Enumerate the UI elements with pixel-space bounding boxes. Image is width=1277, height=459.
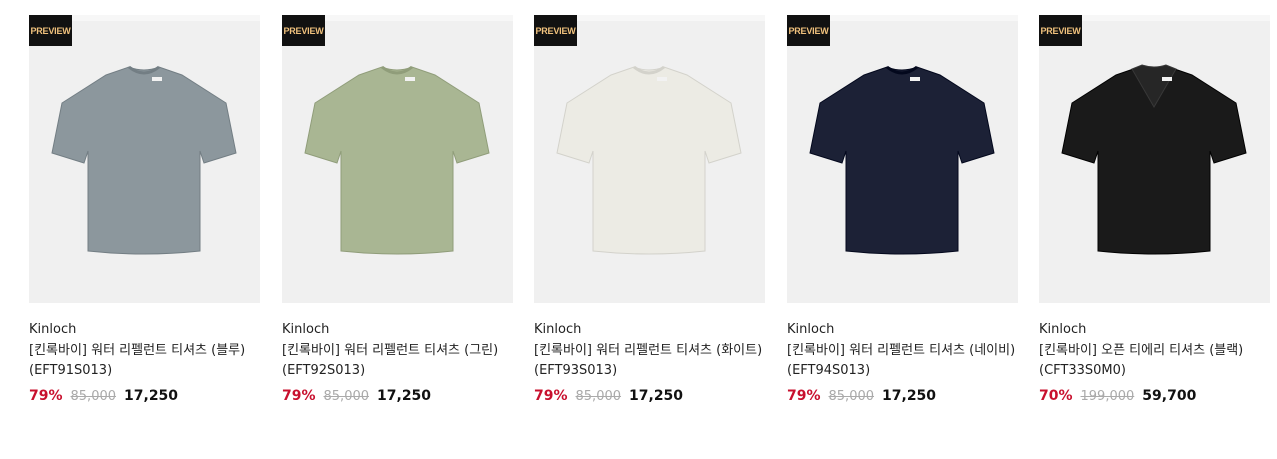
polo-shirt-image: [1061, 64, 1247, 255]
preview-badge: PREVIEW: [282, 15, 325, 46]
product-info: Kinloch [킨록바이] 워터 리펠런트 티셔츠 (네이비) (EFT94S…: [787, 321, 1018, 406]
product-card[interactable]: PREVIEW Kinloch [킨록바이] 워터 리펠런트 티셔츠 (화이트)…: [534, 15, 765, 406]
tshirt-image: [556, 65, 742, 255]
shirt-body: [51, 66, 237, 255]
product-code[interactable]: (EFT94S013): [787, 361, 1018, 381]
product-code[interactable]: (EFT93S013): [534, 361, 765, 381]
shirt-tag: [1162, 77, 1172, 81]
discount-rate: 70%: [1039, 388, 1073, 404]
preview-badge: PREVIEW: [534, 15, 577, 46]
discount-rate: 79%: [534, 388, 568, 404]
product-name[interactable]: [킨록바이] 워터 리펠런트 티셔츠 (블루): [29, 341, 260, 361]
discount-rate: 79%: [787, 388, 821, 404]
product-code[interactable]: (EFT91S013): [29, 361, 260, 381]
product-image[interactable]: PREVIEW: [787, 15, 1018, 303]
shirt-body: [304, 66, 490, 255]
product-name[interactable]: [킨록바이] 워터 리펠런트 티셔츠 (네이비): [787, 341, 1018, 361]
preview-badge: PREVIEW: [787, 15, 830, 46]
product-card[interactable]: PREVIEW Kinloch [킨록바이] 워터 리펠런트 티셔츠 (블루) …: [29, 15, 260, 406]
product-image[interactable]: PREVIEW: [534, 15, 765, 303]
product-image[interactable]: PREVIEW: [29, 15, 260, 303]
product-info: Kinloch [킨록바이] 워터 리펠런트 티셔츠 (그린) (EFT92S0…: [282, 321, 513, 406]
product-code[interactable]: (CFT33S0M0): [1039, 361, 1270, 381]
product-info: Kinloch [킨록바이] 워터 리펠런트 티셔츠 (화이트) (EFT93S…: [534, 321, 765, 406]
original-price: 85,000: [828, 389, 875, 404]
product-card[interactable]: PREVIEW Kinloch [킨록바이] 워터 리펠런트 티셔츠 (네이비)…: [787, 15, 1018, 406]
product-brand[interactable]: Kinloch: [29, 321, 260, 339]
price-row: 70% 199,000 59,700: [1039, 387, 1270, 406]
sale-price: 59,700: [1142, 388, 1197, 404]
product-image[interactable]: PREVIEW: [1039, 15, 1270, 303]
product-brand[interactable]: Kinloch: [787, 321, 1018, 339]
shirt-tag: [152, 77, 162, 81]
product-name[interactable]: [킨록바이] 워터 리펠런트 티셔츠 (화이트): [534, 341, 765, 361]
product-card[interactable]: PREVIEW Kinloch [킨록바이] 워터 리펠런트 티셔츠 (그린) …: [282, 15, 513, 406]
discount-rate: 79%: [282, 388, 316, 404]
sale-price: 17,250: [124, 388, 179, 404]
product-info: Kinloch [킨록바이] 오픈 티에리 티셔츠 (블랙) (CFT33S0M…: [1039, 321, 1270, 406]
tshirt-image: [304, 65, 490, 255]
price-row: 79% 85,000 17,250: [534, 387, 765, 406]
tshirt-image: [51, 65, 237, 255]
shirt-tag: [405, 77, 415, 81]
product-brand[interactable]: Kinloch: [282, 321, 513, 339]
preview-badge: PREVIEW: [1039, 15, 1082, 46]
price-row: 79% 85,000 17,250: [787, 387, 1018, 406]
product-image[interactable]: PREVIEW: [282, 15, 513, 303]
product-brand[interactable]: Kinloch: [534, 321, 765, 339]
shirt-tag: [657, 77, 667, 81]
original-price: 199,000: [1080, 389, 1135, 404]
product-code[interactable]: (EFT92S013): [282, 361, 513, 381]
product-info: Kinloch [킨록바이] 워터 리펠런트 티셔츠 (블루) (EFT91S0…: [29, 321, 260, 406]
shirt-body: [556, 66, 742, 255]
product-name[interactable]: [킨록바이] 워터 리펠런트 티셔츠 (그린): [282, 341, 513, 361]
tshirt-image: [809, 65, 995, 255]
price-row: 79% 85,000 17,250: [282, 387, 513, 406]
discount-rate: 79%: [29, 388, 63, 404]
product-brand[interactable]: Kinloch: [1039, 321, 1270, 339]
price-row: 79% 85,000 17,250: [29, 387, 260, 406]
preview-badge: PREVIEW: [29, 15, 72, 46]
original-price: 85,000: [70, 389, 117, 404]
product-grid: PREVIEW Kinloch [킨록바이] 워터 리펠런트 티셔츠 (블루) …: [0, 0, 1277, 459]
original-price: 85,000: [323, 389, 370, 404]
product-name[interactable]: [킨록바이] 오픈 티에리 티셔츠 (블랙): [1039, 341, 1270, 361]
original-price: 85,000: [575, 389, 622, 404]
sale-price: 17,250: [629, 388, 684, 404]
sale-price: 17,250: [377, 388, 432, 404]
product-card[interactable]: PREVIEW Kinloch [킨록바이] 오픈 티에리 티셔츠 (블랙) (…: [1039, 15, 1270, 406]
shirt-body: [809, 66, 995, 255]
shirt-tag: [910, 77, 920, 81]
sale-price: 17,250: [882, 388, 937, 404]
